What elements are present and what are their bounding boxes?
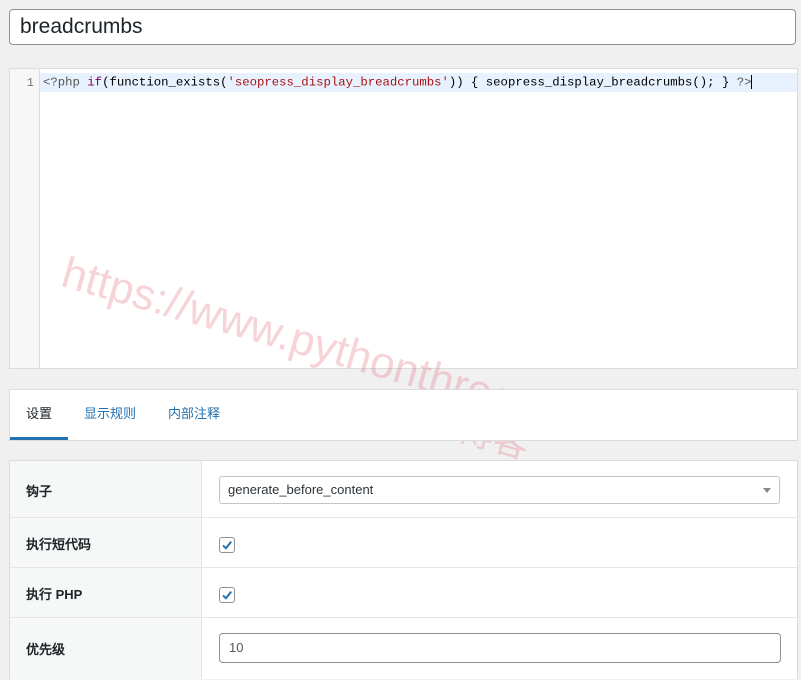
priority-row: 优先级 10 xyxy=(10,618,797,680)
text-cursor xyxy=(751,75,753,89)
settings-table: 钩子 generate_before_content 执行短代码 执行 PHP … xyxy=(9,460,798,680)
line-gutter: 1 xyxy=(10,69,40,368)
php-label-cell: 执行 PHP xyxy=(10,568,202,617)
priority-input[interactable]: 10 xyxy=(219,633,781,663)
shortcode-row: 执行短代码 xyxy=(10,518,797,568)
priority-label-cell: 优先级 xyxy=(10,618,202,680)
code-call: )) { seopress_display_breadcrumbs(); } xyxy=(448,75,730,90)
line-number: 1 xyxy=(26,76,34,90)
hook-row: 钩子 generate_before_content xyxy=(10,461,797,518)
shortcode-checkbox[interactable] xyxy=(219,537,235,553)
shortcode-label: 执行短代码 xyxy=(26,537,92,552)
code-editor[interactable]: 1 <?php if(function_exists('seopress_dis… xyxy=(9,68,798,369)
php-row: 执行 PHP xyxy=(10,568,797,618)
priority-label: 优先级 xyxy=(26,642,66,657)
tab-settings[interactable]: 设置 xyxy=(10,390,68,440)
checkmark-icon xyxy=(222,590,232,600)
tab-internal-notes[interactable]: 内部注释 xyxy=(168,390,220,440)
code-line[interactable]: <?php if(function_exists('seopress_displ… xyxy=(43,75,753,90)
settings-tabs: 设置 显示规则 内部注释 xyxy=(9,389,798,441)
keyword-if: if xyxy=(87,75,103,90)
checkmark-icon xyxy=(222,540,232,550)
hook-label: 钩子 xyxy=(26,484,53,499)
chevron-down-icon xyxy=(763,488,771,493)
title-input[interactable]: breadcrumbs xyxy=(9,9,796,45)
php-close-tag: ?> xyxy=(736,75,752,90)
hook-select[interactable]: generate_before_content xyxy=(219,476,780,504)
hook-selected-value: generate_before_content xyxy=(228,482,374,497)
code-function-exists: (function_exists( xyxy=(102,75,228,90)
hook-label-cell: 钩子 xyxy=(10,461,202,517)
tab-display-rules[interactable]: 显示规则 xyxy=(84,390,136,440)
php-label: 执行 PHP xyxy=(26,587,83,602)
code-string: 'seopress_display_breadcrumbs' xyxy=(227,75,449,90)
shortcode-label-cell: 执行短代码 xyxy=(10,518,202,567)
php-checkbox[interactable] xyxy=(219,587,235,603)
php-open-tag: <?php xyxy=(43,75,80,90)
